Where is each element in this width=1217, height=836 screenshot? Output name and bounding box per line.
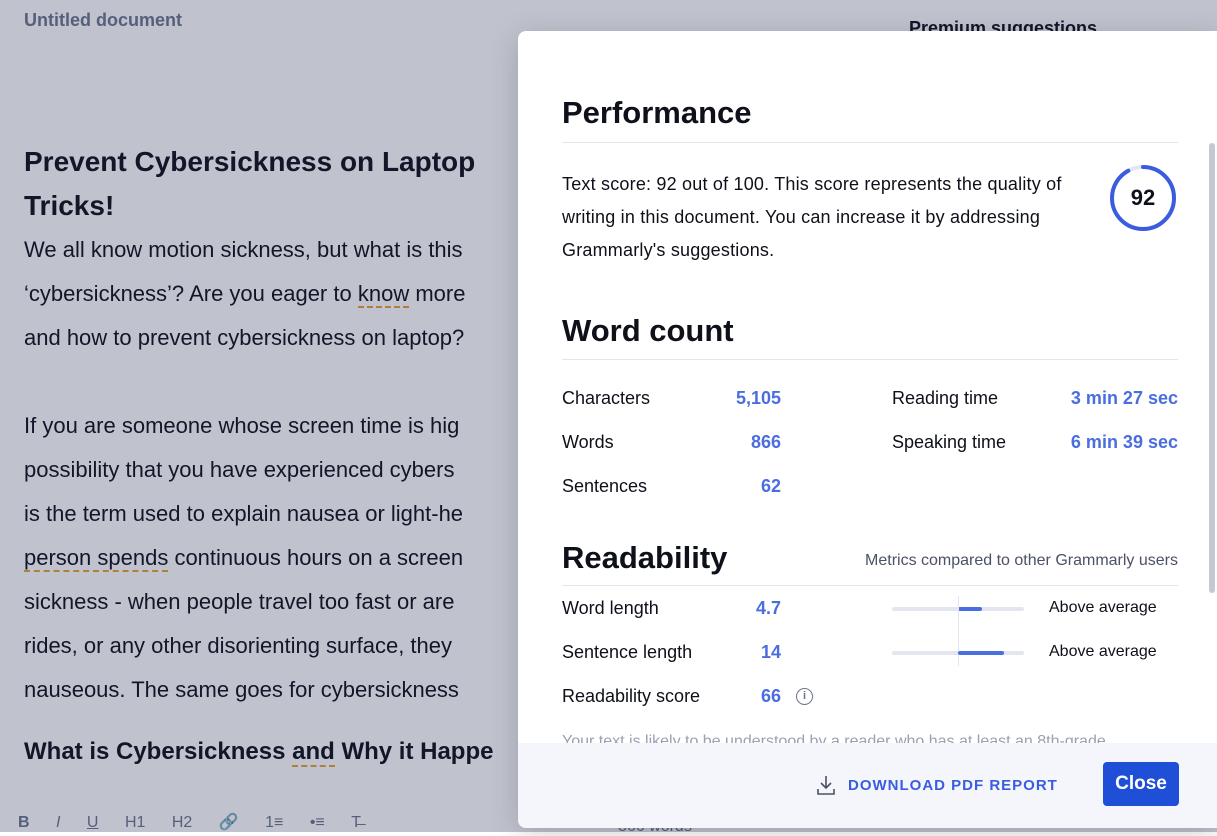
close-button[interactable]: Close xyxy=(1103,762,1179,806)
word-length-label: Word length xyxy=(562,598,659,618)
sentences-value: 62 xyxy=(760,476,781,496)
divider xyxy=(562,585,1178,586)
speaking-time-label: Speaking time xyxy=(892,432,1007,452)
download-pdf-button[interactable]: DOWNLOAD PDF REPORT xyxy=(816,773,1058,797)
words-value: 866 xyxy=(750,432,781,452)
word-length-bar-fill xyxy=(958,607,982,611)
text-score-description: Text score: 92 out of 100. This score re… xyxy=(562,174,1062,260)
divider xyxy=(562,359,1178,360)
average-marker xyxy=(958,596,959,666)
readability-title: Readability xyxy=(562,540,728,575)
word-length-value: 4.7 xyxy=(755,598,781,618)
info-icon[interactable]: i xyxy=(796,688,813,705)
sentences-label: Sentences xyxy=(562,476,648,496)
download-icon xyxy=(817,776,835,795)
sentence-length-value: 14 xyxy=(760,642,781,662)
readability-score-value: 66 xyxy=(760,686,781,706)
reading-time-value: 3 min 27 sec xyxy=(1070,388,1178,408)
reading-time-label: Reading time xyxy=(892,388,999,408)
modal-footer: DOWNLOAD PDF REPORT Close xyxy=(518,743,1217,828)
performance-title: Performance xyxy=(562,95,752,130)
words-label: Words xyxy=(562,432,614,452)
speaking-time-value: 6 min 39 sec xyxy=(1070,432,1178,452)
word-length-status: Above average xyxy=(1049,599,1157,616)
text-score-value: 92 xyxy=(1130,185,1156,210)
sentence-length-bar xyxy=(892,651,1024,655)
modal-scrollbar[interactable] xyxy=(1209,143,1215,593)
sentence-length-label: Sentence length xyxy=(562,642,693,662)
characters-value: 5,105 xyxy=(735,388,781,408)
word-count-title: Word count xyxy=(562,313,734,348)
download-pdf-label: DOWNLOAD PDF REPORT xyxy=(848,776,1058,794)
sentence-length-bar-fill xyxy=(958,651,1005,655)
divider xyxy=(562,142,1178,143)
performance-modal: Performance Text score: 92 out of 100. T… xyxy=(518,31,1217,828)
readability-note: Metrics compared to other Grammarly user… xyxy=(865,552,1178,569)
characters-label: Characters xyxy=(562,388,651,408)
sentence-length-status: Above average xyxy=(1049,643,1157,660)
readability-score-label: Readability score xyxy=(562,686,701,706)
